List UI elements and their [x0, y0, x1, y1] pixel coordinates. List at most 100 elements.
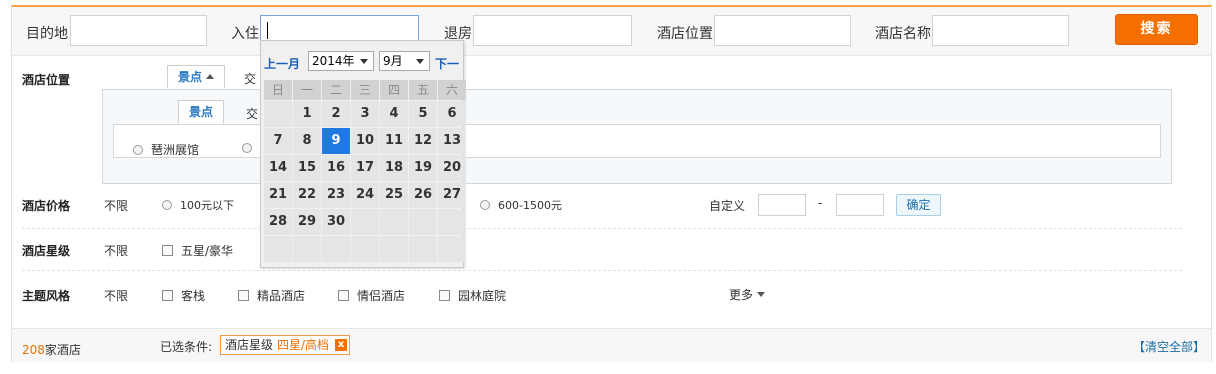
location-filter-label: 酒店位置	[22, 73, 71, 87]
calendar-day[interactable]: 6	[438, 101, 466, 127]
tab-scenic[interactable]: 景点	[167, 65, 225, 89]
calendar-day[interactable]: 14	[264, 155, 292, 181]
calendar-day[interactable]: 24	[351, 182, 379, 208]
next-month-link[interactable]: 下一	[435, 55, 459, 72]
tab-scenic-label: 景点	[177, 70, 202, 84]
radio-icon	[480, 200, 490, 210]
calendar-day[interactable]: 10	[351, 128, 379, 154]
clear-all-link[interactable]: 【清空全部】	[1133, 338, 1205, 355]
tag-name: 酒店星级	[225, 338, 274, 352]
calendar-day[interactable]: 16	[322, 155, 350, 181]
calendar-empty-cell	[380, 236, 408, 262]
calendar-day[interactable]: 11	[380, 128, 408, 154]
calendar-day[interactable]: 3	[351, 101, 379, 127]
checkbox-icon	[338, 290, 349, 301]
star-option-five[interactable]: 五星/豪华	[162, 242, 233, 259]
year-select[interactable]: 2014年	[308, 51, 374, 71]
calendar-day[interactable]: 7	[264, 128, 292, 154]
calendar-day[interactable]: 5	[409, 101, 437, 127]
calendar-day[interactable]: 2	[322, 101, 350, 127]
search-button[interactable]: 搜索	[1115, 14, 1198, 45]
theme-option-label: 园林庭院	[458, 289, 507, 303]
price-option-600-1500[interactable]: 600-1500元	[480, 197, 562, 213]
weekday-header: 日	[264, 80, 292, 100]
theme-no-limit[interactable]: 不限	[104, 287, 128, 304]
theme-option-garden[interactable]: 园林庭院	[439, 287, 506, 304]
destination-input[interactable]	[70, 15, 207, 46]
chevron-down-icon	[416, 59, 424, 64]
subtab-transport[interactable]: 交	[246, 105, 258, 122]
hotel-search-panel: 目的地 入住 退房 酒店位置 酒店名称 搜索 酒店位置 景点 交 景点 交 琶洲…	[11, 5, 1212, 362]
price-option-under-100[interactable]: 100元以下	[162, 197, 234, 213]
theme-option-label: 客栈	[181, 289, 206, 303]
hotel-location-label: 酒店位置	[657, 26, 713, 42]
result-count-number: 208	[22, 343, 45, 357]
star-filter-label: 酒店星级	[22, 244, 71, 258]
custom-price-label: 自定义	[709, 199, 746, 213]
calendar-empty-cell	[264, 236, 292, 262]
checkout-input[interactable]	[473, 15, 632, 46]
calendar-day[interactable]: 29	[293, 209, 321, 235]
prev-month-link[interactable]: 上一月	[264, 55, 300, 72]
calendar-day[interactable]: 1	[293, 101, 321, 127]
calendar-day[interactable]: 21	[264, 182, 292, 208]
more-themes-toggle[interactable]: 更多	[729, 286, 766, 303]
caret-up-icon	[206, 74, 214, 79]
search-bar: 目的地 入住 退房 酒店位置 酒店名称 搜索	[12, 7, 1211, 56]
price-no-limit[interactable]: 不限	[104, 197, 128, 214]
selected-condition-tag: 酒店星级 四星/高档 x	[220, 335, 351, 355]
weekday-header: 三	[351, 80, 379, 100]
confirm-price-button[interactable]: 确定	[896, 194, 941, 216]
price-option-label: 100元以下	[180, 199, 234, 212]
calendar-day[interactable]: 9	[322, 128, 350, 154]
location-option-pazhou[interactable]: 琶洲展馆	[133, 141, 199, 158]
hotel-location-input[interactable]	[714, 15, 851, 46]
calendar-empty-cell	[293, 236, 321, 262]
subtab-scenic[interactable]: 景点	[178, 100, 224, 124]
calendar-empty-cell	[264, 101, 292, 127]
calendar-empty-cell	[409, 236, 437, 262]
selected-conditions-label: 已选条件:	[160, 340, 213, 354]
theme-option-boutique[interactable]: 精品酒店	[238, 287, 305, 304]
theme-option-couple[interactable]: 情侣酒店	[338, 287, 405, 304]
calendar-day[interactable]: 19	[409, 155, 437, 181]
month-select[interactable]: 9月	[379, 51, 430, 71]
calendar-empty-cell	[351, 209, 379, 235]
tab-transport[interactable]: 交	[244, 70, 256, 87]
calendar-day[interactable]: 23	[322, 182, 350, 208]
custom-price-max-input[interactable]	[836, 194, 884, 216]
calendar-day[interactable]: 22	[293, 182, 321, 208]
weekday-header: 六	[438, 80, 466, 100]
weekday-header: 二	[322, 80, 350, 100]
remove-tag-icon[interactable]: x	[335, 339, 348, 351]
calendar-day[interactable]: 25	[380, 182, 408, 208]
radio-icon[interactable]	[242, 143, 252, 153]
calendar-empty-cell	[438, 209, 466, 235]
calendar-empty-cell	[322, 236, 350, 262]
calendar-empty-cell	[351, 236, 379, 262]
calendar-day[interactable]: 8	[293, 128, 321, 154]
calendar-day[interactable]: 18	[380, 155, 408, 181]
hotel-name-input[interactable]	[932, 15, 1069, 46]
calendar-day[interactable]: 20	[438, 155, 466, 181]
calendar-day[interactable]: 4	[380, 101, 408, 127]
theme-option-inn[interactable]: 客栈	[162, 287, 205, 304]
checkbox-icon	[439, 290, 450, 301]
calendar-empty-cell	[409, 209, 437, 235]
star-no-limit[interactable]: 不限	[104, 242, 128, 259]
calendar-day[interactable]: 17	[351, 155, 379, 181]
custom-price-min-input[interactable]	[758, 194, 806, 216]
calendar-day[interactable]: 30	[322, 209, 350, 235]
month-value: 9月	[383, 54, 403, 68]
calendar-day[interactable]: 27	[438, 182, 466, 208]
calendar-day[interactable]: 15	[293, 155, 321, 181]
calendar-day[interactable]: 12	[409, 128, 437, 154]
destination-label: 目的地	[26, 26, 68, 42]
chevron-down-icon	[757, 292, 766, 297]
calendar-day[interactable]: 13	[438, 128, 466, 154]
row-divider	[22, 228, 1182, 229]
checkbox-icon	[162, 245, 173, 256]
calendar-day[interactable]: 28	[264, 209, 292, 235]
calendar-day[interactable]: 26	[409, 182, 437, 208]
result-count-suffix: 家酒店	[44, 343, 81, 357]
